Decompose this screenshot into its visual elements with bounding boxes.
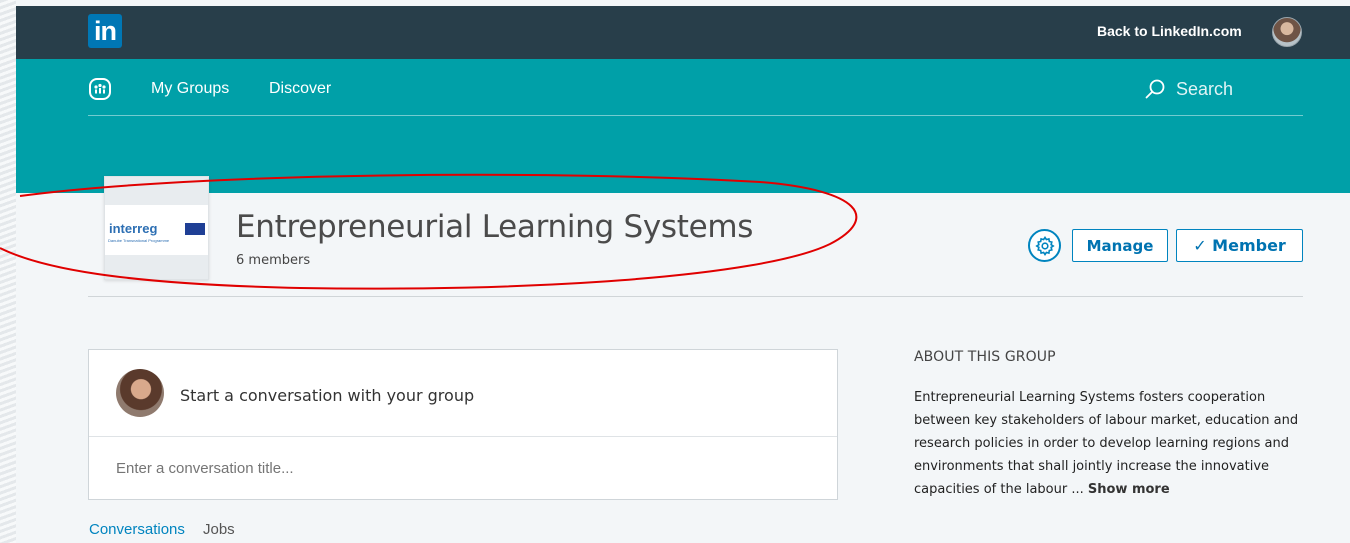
groups-navigation-bar: My Groups Discover — [16, 59, 1350, 193]
group-settings-button[interactable] — [1028, 229, 1061, 262]
member-button[interactable]: ✓ Member — [1176, 229, 1303, 262]
top-navigation-bar: in Back to LinkedIn.com — [16, 6, 1350, 59]
group-logo[interactable]: interreg Danube Transnational Programme — [104, 176, 209, 280]
composer-avatar — [116, 369, 164, 417]
about-description: Entrepreneurial Learning Systems fosters… — [914, 386, 1314, 501]
tab-jobs[interactable]: Jobs — [203, 521, 235, 538]
header-divider — [88, 296, 1303, 297]
back-to-linkedin-link[interactable]: Back to LinkedIn.com — [1097, 23, 1242, 39]
about-text: Entrepreneurial Learning Systems fosters… — [914, 390, 1299, 497]
show-more-link[interactable]: Show more — [1088, 482, 1170, 497]
conversation-title-input[interactable] — [89, 438, 837, 499]
logo-wordmark: interreg — [109, 221, 158, 236]
eu-flag-icon — [185, 223, 205, 235]
composer-prompt[interactable]: Start a conversation with your group — [180, 386, 474, 405]
member-count[interactable]: 6 members — [236, 253, 310, 268]
conversation-composer: Start a conversation with your group — [88, 349, 838, 500]
groups-icon[interactable] — [89, 78, 111, 100]
groups-bar-divider — [88, 115, 1303, 116]
logo-band-top — [105, 177, 208, 205]
group-title: Entrepreneurial Learning Systems — [236, 209, 754, 245]
search-input[interactable] — [1176, 75, 1316, 103]
logo-subtitle: Danube Transnational Programme — [108, 238, 170, 243]
composer-header[interactable]: Start a conversation with your group — [89, 350, 837, 437]
logo-band-bottom — [105, 255, 208, 279]
user-avatar[interactable] — [1272, 17, 1302, 47]
gear-icon — [1035, 236, 1055, 256]
about-heading: ABOUT THIS GROUP — [914, 349, 1056, 365]
left-decorative-strip — [0, 0, 16, 543]
linkedin-logo-icon[interactable]: in — [88, 14, 122, 48]
nav-my-groups[interactable]: My Groups — [151, 80, 229, 98]
tab-conversations[interactable]: Conversations — [89, 521, 185, 538]
nav-discover[interactable]: Discover — [269, 80, 331, 98]
manage-button[interactable]: Manage — [1072, 229, 1168, 262]
search-icon[interactable] — [1144, 78, 1166, 100]
